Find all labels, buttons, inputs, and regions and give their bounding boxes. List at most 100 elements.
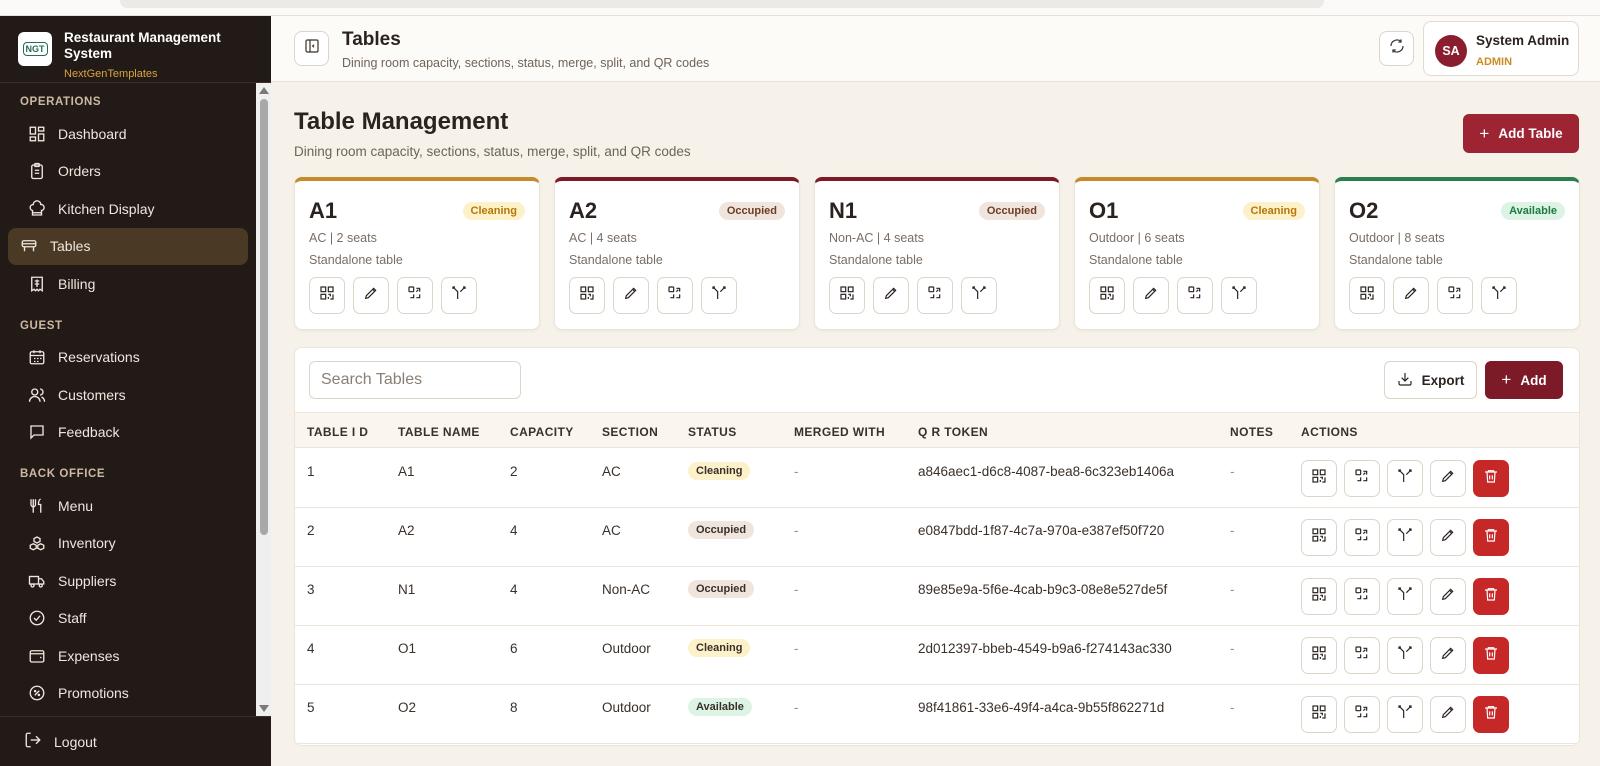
sidebar-item-tables[interactable]: Tables <box>8 227 248 265</box>
truck-icon <box>28 572 46 590</box>
merge-icon <box>927 285 943 306</box>
sidebar-item-feedback[interactable]: Feedback <box>8 414 248 452</box>
edit-button[interactable] <box>1430 578 1466 615</box>
delete-button[interactable] <box>1473 460 1509 497</box>
merge-button[interactable] <box>1344 519 1380 556</box>
address-pill[interactable] <box>120 0 1324 8</box>
column-header: SECTION <box>602 425 659 439</box>
add-table-button[interactable]: + Add Table <box>1463 114 1579 153</box>
edit-button[interactable] <box>1430 460 1466 497</box>
logout-button[interactable]: Logout <box>0 716 271 766</box>
edit-button[interactable] <box>1393 277 1429 314</box>
edit-button[interactable] <box>873 277 909 314</box>
sidebar-scrollbar[interactable] <box>256 83 271 716</box>
qr-code-button[interactable] <box>309 277 345 314</box>
edit-button[interactable] <box>613 277 649 314</box>
qr-code-button[interactable] <box>1301 578 1337 615</box>
column-header: STATUS <box>688 425 737 439</box>
sidebar-item-customers[interactable]: Customers <box>8 376 248 414</box>
card-meta: AC | 4 seats <box>569 231 637 245</box>
sidebar-item-suppliers[interactable]: Suppliers <box>8 562 248 600</box>
scroll-up-arrow[interactable] <box>259 87 269 94</box>
merge-button[interactable] <box>1344 637 1380 674</box>
message-icon <box>28 423 46 441</box>
qr-code-button[interactable] <box>829 277 865 314</box>
split-button[interactable] <box>1387 578 1423 615</box>
sidebar-item-inventory[interactable]: Inventory <box>8 525 248 563</box>
receipt-icon <box>28 275 46 293</box>
delete-button[interactable] <box>1473 637 1509 674</box>
split-button[interactable] <box>701 277 737 314</box>
delete-button[interactable] <box>1473 696 1509 733</box>
split-button[interactable] <box>1387 637 1423 674</box>
edit-button[interactable] <box>1133 277 1169 314</box>
page-title: Table Management <box>294 108 509 135</box>
merge-button[interactable] <box>1437 277 1473 314</box>
merge-button[interactable] <box>397 277 433 314</box>
split-button[interactable] <box>1387 460 1423 497</box>
sidebar-item-label: Feedback <box>58 424 120 441</box>
sidebar-item-staff[interactable]: Staff <box>8 600 248 638</box>
chef-hat-icon <box>28 199 46 218</box>
sidebar-item-dashboard[interactable]: Dashboard <box>8 115 248 153</box>
add-button[interactable]: + Add <box>1485 361 1563 399</box>
qr-code-button[interactable] <box>1089 277 1125 314</box>
export-button[interactable]: Export <box>1384 361 1477 399</box>
delete-button[interactable] <box>1473 519 1509 556</box>
qr-code-button[interactable] <box>1301 637 1337 674</box>
sidebar-item-kitchen-display[interactable]: Kitchen Display <box>8 190 248 228</box>
pencil-icon <box>1440 468 1456 489</box>
trash-icon <box>1483 645 1499 666</box>
cell-merged-with: - <box>794 582 799 597</box>
qr-code-icon <box>1311 586 1327 607</box>
refresh-button[interactable] <box>1379 31 1414 66</box>
scroll-down-arrow[interactable] <box>259 705 269 712</box>
sidebar-item-billing[interactable]: Billing <box>8 265 248 303</box>
sidebar-item-expenses[interactable]: Expenses <box>8 637 248 675</box>
merge-icon <box>1354 645 1370 666</box>
cell-section: Outdoor <box>602 641 651 656</box>
qr-code-button[interactable] <box>1301 460 1337 497</box>
split-button[interactable] <box>441 277 477 314</box>
qr-code-icon <box>1099 285 1115 306</box>
sidebar-item-orders[interactable]: Orders <box>8 153 248 191</box>
column-header: MERGED WITH <box>794 425 886 439</box>
qr-code-button[interactable] <box>1301 519 1337 556</box>
split-button[interactable] <box>1387 519 1423 556</box>
edit-button[interactable] <box>1430 637 1466 674</box>
user-menu[interactable]: SA System Admin ADMIN <box>1423 21 1579 76</box>
edit-button[interactable] <box>353 277 389 314</box>
sidebar-item-label: Suppliers <box>58 572 117 589</box>
cell-table-id: 2 <box>307 523 315 538</box>
cell-table-name: A1 <box>398 464 415 479</box>
merge-button[interactable] <box>1344 578 1380 615</box>
search-input[interactable] <box>309 361 521 399</box>
qr-code-button[interactable] <box>1349 277 1385 314</box>
merge-button[interactable] <box>657 277 693 314</box>
nav-section-label: GUEST <box>20 319 63 332</box>
qr-code-button[interactable] <box>569 277 605 314</box>
status-badge: Cleaning <box>688 639 751 657</box>
split-button[interactable] <box>1221 277 1257 314</box>
sidebar-item-reservations[interactable]: Reservations <box>8 339 248 377</box>
edit-button[interactable] <box>1430 696 1466 733</box>
sidebar-item-menu[interactable]: Menu <box>8 487 248 525</box>
split-button[interactable] <box>961 277 997 314</box>
status-badge: Available <box>688 698 752 716</box>
user-name: System Admin <box>1476 33 1570 48</box>
split-button[interactable] <box>1481 277 1517 314</box>
edit-button[interactable] <box>1430 519 1466 556</box>
merge-button[interactable] <box>917 277 953 314</box>
card-meta: Outdoor | 8 seats <box>1349 231 1445 245</box>
split-icon <box>1397 645 1413 666</box>
delete-button[interactable] <box>1473 578 1509 615</box>
merge-button[interactable] <box>1344 460 1380 497</box>
sidebar-toggle-button[interactable] <box>294 31 329 66</box>
merge-button[interactable] <box>1344 696 1380 733</box>
sidebar-item-label: Staff <box>58 610 87 627</box>
merge-button[interactable] <box>1177 277 1213 314</box>
split-button[interactable] <box>1387 696 1423 733</box>
sidebar-item-promotions[interactable]: Promotions <box>8 675 248 712</box>
qr-code-button[interactable] <box>1301 696 1337 733</box>
scroll-thumb[interactable] <box>260 99 268 535</box>
